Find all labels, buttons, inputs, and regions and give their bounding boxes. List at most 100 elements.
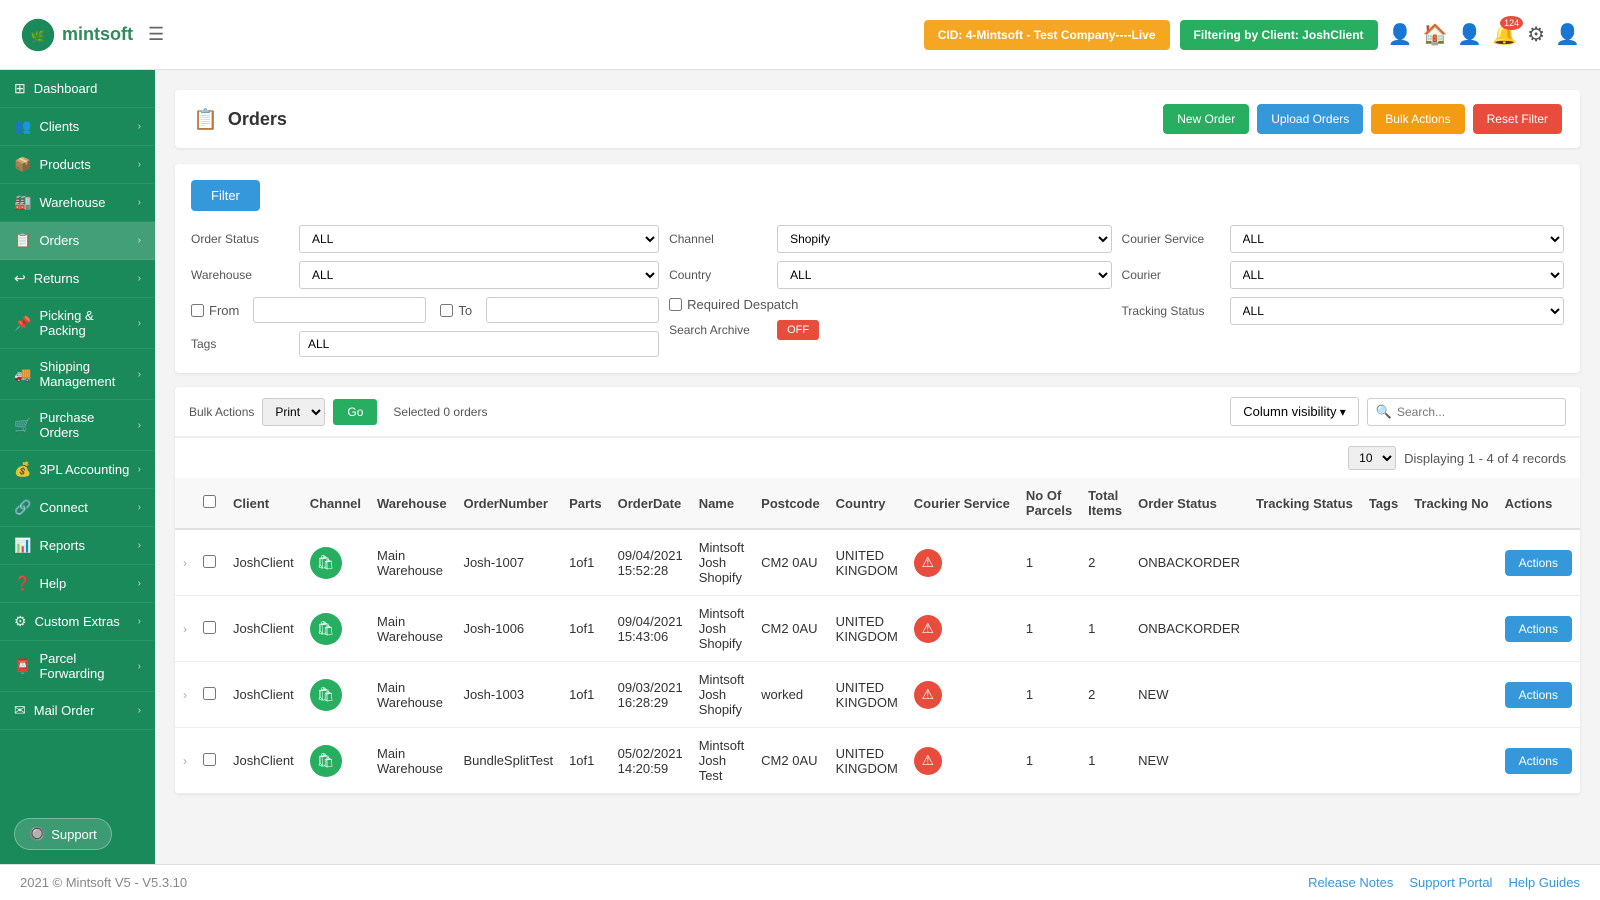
sidebar-item-returns[interactable]: ↩ Returns ›	[0, 260, 155, 298]
country-select[interactable]: ALL	[777, 261, 1111, 289]
courier-cell-2: ⚠	[906, 662, 1018, 728]
column-visibility-button[interactable]: Column visibility ▾	[1230, 397, 1359, 426]
table-area: Bulk Actions Print Go Selected 0 orders …	[175, 387, 1580, 794]
channel-select[interactable]: Shopify	[777, 225, 1111, 253]
tracking-status-select[interactable]: ALL	[1230, 297, 1564, 325]
sidebar-item-shipping[interactable]: 🚚 Shipping Management ›	[0, 349, 155, 400]
sidebar-item-picking-packing[interactable]: 📌 Picking & Packing ›	[0, 298, 155, 349]
from-checkbox[interactable]	[191, 304, 204, 317]
table-toolbar: Bulk Actions Print Go Selected 0 orders …	[175, 387, 1580, 437]
sidebar-item-dashboard[interactable]: ⊞ Dashboard	[0, 70, 155, 108]
actions-cell-2: Actions	[1497, 662, 1580, 728]
sidebar-item-connect[interactable]: 🔗 Connect ›	[0, 489, 155, 527]
expand-arrow-3[interactable]: ›	[183, 754, 187, 768]
channel-icon-3: 🛍	[310, 745, 342, 777]
client-badge[interactable]: Filtering by Client: JoshClient	[1180, 20, 1378, 50]
support-portal-link[interactable]: Support Portal	[1409, 875, 1492, 890]
sidebar-label-purchase: Purchase Orders	[39, 410, 129, 440]
select-all-checkbox[interactable]	[203, 495, 216, 508]
3pl-arrow: ›	[138, 464, 141, 475]
release-notes-link[interactable]: Release Notes	[1308, 875, 1393, 890]
actions-button-0[interactable]: Actions	[1505, 550, 1572, 576]
sidebar-item-clients[interactable]: 👥 Clients ›	[0, 108, 155, 146]
page-actions: New Order Upload Orders Bulk Actions Res…	[1163, 104, 1562, 134]
bulk-actions-button[interactable]: Bulk Actions	[1371, 104, 1464, 134]
actions-button-1[interactable]: Actions	[1505, 616, 1572, 642]
col-no-parcels: No OfParcels	[1018, 478, 1080, 529]
warehouse-select[interactable]: ALL	[299, 261, 659, 289]
expand-cell-1[interactable]: ›	[175, 596, 195, 662]
sidebar-item-orders[interactable]: 📋 Orders ›	[0, 222, 155, 260]
selected-info: Selected 0 orders	[393, 405, 487, 419]
actions-button-3[interactable]: Actions	[1505, 748, 1572, 774]
home-icon[interactable]: 🏠	[1422, 22, 1447, 47]
filter-button[interactable]: Filter	[191, 180, 260, 211]
expand-arrow-2[interactable]: ›	[183, 688, 187, 702]
row-checkbox-2[interactable]	[203, 687, 216, 700]
from-date-input[interactable]	[253, 297, 426, 323]
upload-orders-button[interactable]: Upload Orders	[1257, 104, 1363, 134]
help-guides-link[interactable]: Help Guides	[1508, 875, 1580, 890]
sidebar-item-help[interactable]: ❓ Help ›	[0, 565, 155, 603]
order-status-select[interactable]: ALL	[299, 225, 659, 253]
col-order-status: Order Status	[1130, 478, 1248, 529]
sidebar-item-reports[interactable]: 📊 Reports ›	[0, 527, 155, 565]
new-order-button[interactable]: New Order	[1163, 104, 1249, 134]
courier-select[interactable]: ALL	[1230, 261, 1564, 289]
page-title: Orders	[228, 109, 287, 130]
bulk-actions-select[interactable]: Print	[262, 398, 325, 426]
sidebar-item-products[interactable]: 📦 Products ›	[0, 146, 155, 184]
menu-toggle[interactable]: ☰	[148, 24, 164, 45]
to-checkbox[interactable]	[440, 304, 453, 317]
person-icon[interactable]: 👤	[1457, 22, 1482, 47]
users-icon[interactable]: 👤	[1388, 22, 1413, 47]
tags-cell-2	[1361, 662, 1406, 728]
actions-button-2[interactable]: Actions	[1505, 682, 1572, 708]
to-date-input[interactable]	[486, 297, 659, 323]
col-warehouse: Warehouse	[369, 478, 455, 529]
country-cell-2: UNITED KINGDOM	[828, 662, 906, 728]
order-status-label: Order Status	[191, 232, 291, 246]
to-label: To	[440, 303, 472, 318]
tags-cell-0	[1361, 529, 1406, 596]
row-checkbox-3[interactable]	[203, 753, 216, 766]
search-archive-toggle[interactable]: OFF	[777, 320, 819, 340]
expand-arrow-0[interactable]: ›	[183, 556, 187, 570]
products-icon: 📦	[14, 156, 31, 173]
row-checkbox-0[interactable]	[203, 555, 216, 568]
order-date-cell-3: 05/02/2021 14:20:59	[610, 728, 691, 794]
expand-cell-3[interactable]: ›	[175, 728, 195, 794]
sidebar-item-warehouse[interactable]: 🏭 Warehouse ›	[0, 184, 155, 222]
filter-col-2: Channel Shopify Country ALL	[669, 225, 1111, 357]
logo-text: mintsoft	[62, 24, 133, 45]
required-despatch-checkbox[interactable]	[669, 298, 682, 311]
sidebar-item-parcel-forwarding[interactable]: 📮 Parcel Forwarding ›	[0, 641, 155, 692]
support-button[interactable]: 🔘 Support	[14, 818, 112, 850]
sidebar-item-3pl[interactable]: 💰 3PL Accounting ›	[0, 451, 155, 489]
cid-badge[interactable]: CID: 4-Mintsoft - Test Company----Live	[924, 20, 1170, 50]
expand-arrow-1[interactable]: ›	[183, 622, 187, 636]
returns-icon: ↩	[14, 270, 26, 287]
per-page-select[interactable]: 10 25 50	[1348, 446, 1396, 470]
tags-input[interactable]	[299, 331, 659, 357]
row-checkbox-1[interactable]	[203, 621, 216, 634]
from-label: From	[191, 303, 239, 318]
sidebar-item-mail-order[interactable]: ✉ Mail Order ›	[0, 692, 155, 730]
search-input[interactable]	[1397, 405, 1557, 419]
avatar-icon[interactable]: 👤	[1555, 22, 1580, 47]
parts-cell-0: 1of1	[561, 529, 610, 596]
sidebar-item-purchase-orders[interactable]: 🛒 Purchase Orders ›	[0, 400, 155, 451]
courier-service-select[interactable]: ALL	[1230, 225, 1564, 253]
sidebar-label-orders: Orders	[39, 233, 129, 248]
expand-cell-0[interactable]: ›	[175, 529, 195, 596]
reset-filter-button[interactable]: Reset Filter	[1473, 104, 1562, 134]
col-order-date: OrderDate	[610, 478, 691, 529]
go-button[interactable]: Go	[333, 399, 377, 425]
expand-cell-2[interactable]: ›	[175, 662, 195, 728]
settings-icon[interactable]: ⚙	[1527, 22, 1545, 47]
pagination-info: 10 25 50 Displaying 1 - 4 of 4 records	[175, 437, 1580, 478]
notification-icon[interactable]: 🔔 124	[1492, 22, 1517, 47]
courier-field: Courier ALL	[1122, 261, 1564, 289]
country-label: Country	[669, 268, 769, 282]
sidebar-item-custom-extras[interactable]: ⚙ Custom Extras ›	[0, 603, 155, 641]
